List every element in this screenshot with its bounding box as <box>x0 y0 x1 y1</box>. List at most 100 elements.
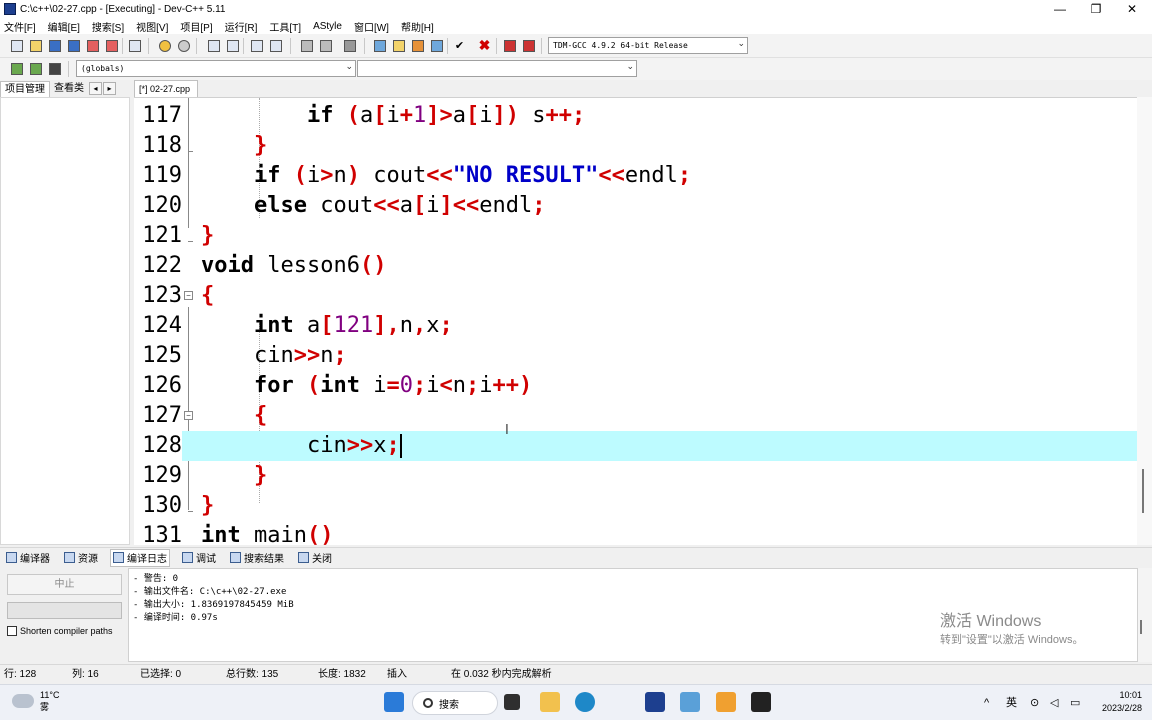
undo-icon[interactable] <box>156 37 173 54</box>
restore-button[interactable]: ❐ <box>1076 0 1116 18</box>
menu-window[interactable]: 窗口[W] <box>354 19 389 34</box>
close-all-icon[interactable] <box>103 37 120 54</box>
tab-class-view[interactable]: 查看类 <box>50 81 88 97</box>
profile-chart-icon[interactable] <box>501 37 518 54</box>
class-browser-icon[interactable] <box>409 37 426 54</box>
comment-icon[interactable] <box>341 37 358 54</box>
devcpp-taskbar-icon[interactable] <box>645 692 665 712</box>
save-icon[interactable] <box>46 37 63 54</box>
member-select[interactable]: ⌄ <box>357 60 637 77</box>
stop-button[interactable]: 中止 <box>7 574 122 595</box>
compiler-select[interactable]: TDM-GCC 4.9.2 64-bit Release ⌄ <box>548 37 748 54</box>
code-line[interactable]: 127 { <box>134 401 1142 431</box>
tray-settings-icon[interactable]: ⊙ <box>1030 685 1039 720</box>
editor-scrollbar-thumb[interactable] <box>1142 469 1144 513</box>
find-icon[interactable] <box>205 37 222 54</box>
code-line[interactable]: 129 } <box>134 461 1142 491</box>
code-line[interactable]: 128 cin>>x; <box>134 431 1142 461</box>
menu-help[interactable]: 帮助[H] <box>401 19 434 34</box>
edge-browser-icon[interactable] <box>575 692 595 712</box>
tab-search-results[interactable]: 搜索结果 <box>228 549 286 567</box>
compile-icon[interactable] <box>8 60 25 77</box>
close-button[interactable]: ✕ <box>1112 0 1152 18</box>
menu-run[interactable]: 运行[R] <box>225 19 258 34</box>
open-file-icon[interactable] <box>27 37 44 54</box>
stop-execution-icon[interactable]: ✖ <box>476 37 493 54</box>
fold-toggle-icon[interactable]: − <box>184 291 193 300</box>
tab-resources[interactable]: 资源 <box>62 549 100 567</box>
compiler-select-value: TDM-GCC 4.9.2 64-bit Release <box>553 41 688 50</box>
save-all-icon[interactable] <box>65 37 82 54</box>
menu-file[interactable]: 文件[F] <box>4 19 36 34</box>
code-line[interactable]: 121} <box>134 221 1142 251</box>
code-token: a <box>359 103 374 128</box>
code-text: { <box>201 281 214 311</box>
window-layout-icon[interactable] <box>390 37 407 54</box>
code-line[interactable]: 120 else cout<<a[i]<<endl; <box>134 191 1142 221</box>
tab-scroll-left-icon[interactable]: ◂ <box>89 82 102 95</box>
shorten-paths-checkbox[interactable]: Shorten compiler paths <box>7 626 113 636</box>
code-line[interactable]: 130} <box>134 491 1142 521</box>
project-options-icon[interactable] <box>428 37 445 54</box>
fold-toggle-icon[interactable]: − <box>184 411 193 420</box>
terminal-icon[interactable] <box>751 692 771 712</box>
replace-icon[interactable] <box>224 37 241 54</box>
menu-search[interactable]: 搜索[S] <box>92 19 124 34</box>
log-scrollbar-thumb[interactable] <box>1140 620 1142 634</box>
indent-icon[interactable] <box>317 37 334 54</box>
code-token: int <box>253 313 294 338</box>
windows-start-icon[interactable] <box>384 692 404 712</box>
new-project-icon[interactable] <box>371 37 388 54</box>
weather-widget[interactable]: 11°C 雾 <box>12 689 59 713</box>
system-clock[interactable]: 10:01 2023/2/28 <box>1092 689 1142 715</box>
redo-icon[interactable] <box>175 37 192 54</box>
task-view-icon[interactable] <box>504 694 520 710</box>
menu-view[interactable]: 视图[V] <box>136 19 168 34</box>
notepad-icon[interactable] <box>680 692 700 712</box>
toggle-bookmark-icon[interactable] <box>267 37 284 54</box>
volume-icon[interactable]: ◁ <box>1050 685 1058 720</box>
code-line[interactable]: 119 if (i>n) cout<<"NO RESULT"<<endl; <box>134 161 1142 191</box>
tab-debug[interactable]: 调试 <box>180 549 218 567</box>
tab-scroll-right-icon[interactable]: ▸ <box>103 82 116 95</box>
code-line[interactable]: 125 cin>>n; <box>134 341 1142 371</box>
check-syntax-icon[interactable]: ✔ <box>451 37 468 54</box>
goto-line-icon[interactable] <box>248 37 265 54</box>
menu-astyle[interactable]: AStyle <box>313 21 342 32</box>
code-line[interactable]: 117 if (a[i+1]>a[i]) s++; <box>134 101 1142 131</box>
ime-indicator[interactable]: 英 <box>1006 685 1017 720</box>
tray-chevron-up-icon[interactable]: ^ <box>984 685 989 720</box>
file-explorer-icon[interactable] <box>540 692 560 712</box>
log-scrollbar[interactable] <box>1138 568 1152 662</box>
checkbox-box[interactable] <box>7 626 17 636</box>
battery-icon[interactable]: ▭ <box>1070 685 1080 720</box>
code-editor[interactable]: 117 if (a[i+1]>a[i]) s++; 118 } 119 if (i>… <box>134 97 1142 545</box>
unindent-icon[interactable] <box>298 37 315 54</box>
media-app-icon[interactable] <box>716 692 736 712</box>
file-tab[interactable]: [*] 02-27.cpp <box>134 80 198 97</box>
taskbar-search[interactable]: 搜索 <box>412 691 498 715</box>
close-file-icon[interactable] <box>84 37 101 54</box>
code-token: , <box>412 313 427 338</box>
tab-close[interactable]: 关闭 <box>296 549 334 567</box>
run-icon[interactable] <box>27 60 44 77</box>
code-line[interactable]: 118 } <box>134 131 1142 161</box>
editor-scrollbar[interactable] <box>1137 97 1152 545</box>
code-line[interactable]: 124 int a[121],n,x; <box>134 311 1142 341</box>
profile-analysis-icon[interactable] <box>520 37 537 54</box>
code-line[interactable]: 126 for (int i=0;i<n;i++) <box>134 371 1142 401</box>
debug-icon[interactable] <box>46 60 63 77</box>
minimize-button[interactable]: — <box>1040 0 1080 18</box>
new-file-icon[interactable] <box>8 37 25 54</box>
tab-compiler[interactable]: 编译器 <box>4 549 52 567</box>
print-icon[interactable] <box>126 37 143 54</box>
menu-project[interactable]: 项目[P] <box>180 19 212 34</box>
code-line[interactable]: 122 void lesson6() <box>134 251 1142 281</box>
code-line[interactable]: 123 { <box>134 281 1142 311</box>
scope-select[interactable]: (globals) ⌄ <box>76 60 356 77</box>
tab-project-manager[interactable]: 项目管理 <box>0 81 50 97</box>
tab-compile-log[interactable]: 编译日志 <box>110 548 170 567</box>
code-line[interactable]: 131 int main() <box>134 521 1142 545</box>
menu-edit[interactable]: 编辑[E] <box>48 19 80 34</box>
menu-tools[interactable]: 工具[T] <box>269 19 301 34</box>
